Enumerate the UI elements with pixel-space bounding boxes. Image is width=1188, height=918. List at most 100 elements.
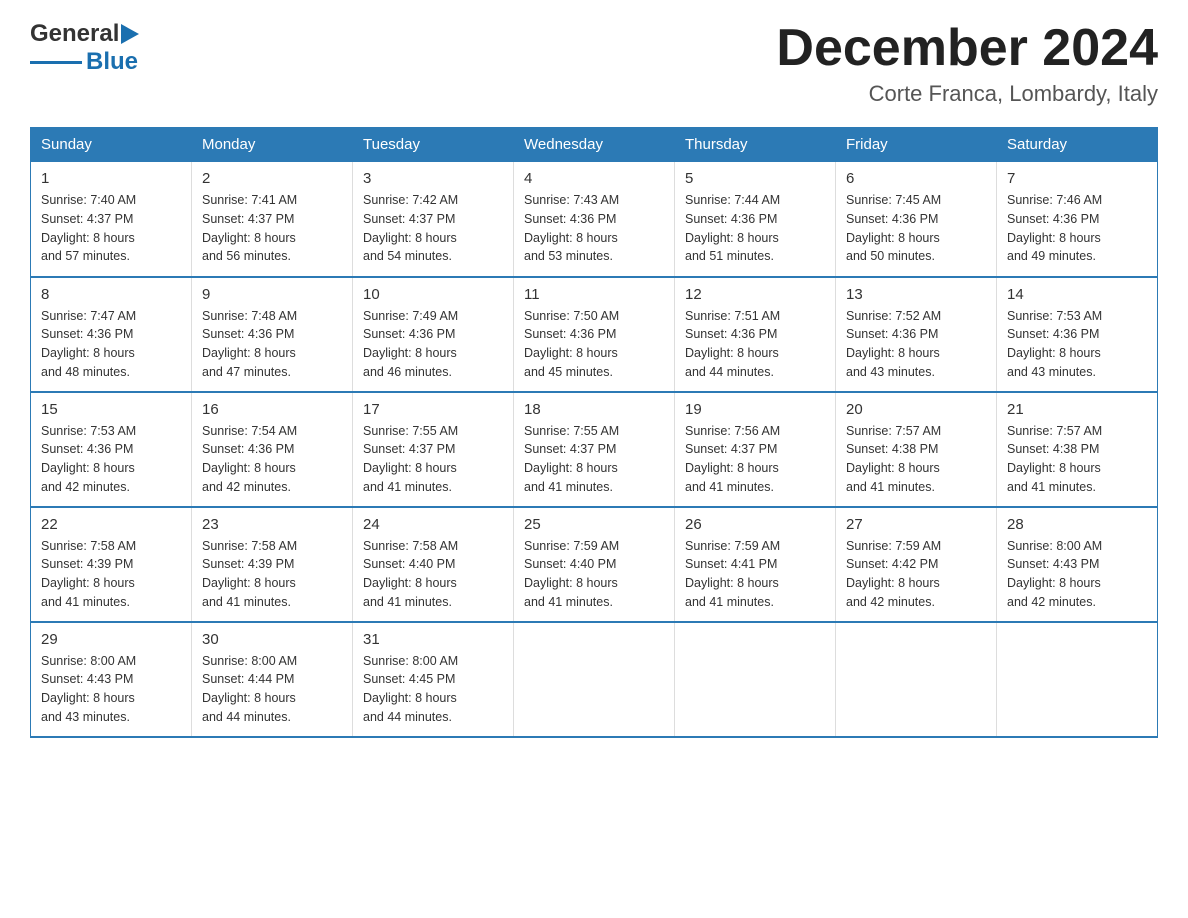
day-info: Sunrise: 7:43 AM Sunset: 4:36 PM Dayligh… (524, 191, 664, 266)
week-row-2: 8 Sunrise: 7:47 AM Sunset: 4:36 PM Dayli… (31, 277, 1158, 392)
daylight-label: Daylight: 8 hours (685, 231, 779, 245)
day-cell-21: 21 Sunrise: 7:57 AM Sunset: 4:38 PM Dayl… (997, 392, 1158, 507)
sunset-label: Sunset: 4:39 PM (41, 557, 133, 571)
day-number: 15 (41, 401, 181, 418)
sunrise-label: Sunrise: 7:58 AM (363, 539, 458, 553)
sunset-label: Sunset: 4:37 PM (41, 212, 133, 226)
sunset-label: Sunset: 4:37 PM (363, 442, 455, 456)
sunrise-label: Sunrise: 7:50 AM (524, 309, 619, 323)
daylight-and: and 41 minutes. (685, 480, 774, 494)
sunrise-label: Sunrise: 8:00 AM (202, 654, 297, 668)
sunset-label: Sunset: 4:36 PM (685, 212, 777, 226)
day-info: Sunrise: 7:41 AM Sunset: 4:37 PM Dayligh… (202, 191, 342, 266)
day-cell-24: 24 Sunrise: 7:58 AM Sunset: 4:40 PM Dayl… (353, 507, 514, 622)
daylight-and: and 43 minutes. (1007, 365, 1096, 379)
daylight-label: Daylight: 8 hours (524, 461, 618, 475)
day-number: 16 (202, 401, 342, 418)
day-info: Sunrise: 7:53 AM Sunset: 4:36 PM Dayligh… (1007, 307, 1147, 382)
day-number: 4 (524, 170, 664, 187)
daylight-and: and 42 minutes. (202, 480, 291, 494)
sunset-label: Sunset: 4:40 PM (524, 557, 616, 571)
daylight-label: Daylight: 8 hours (202, 231, 296, 245)
sunset-label: Sunset: 4:40 PM (363, 557, 455, 571)
day-info: Sunrise: 7:57 AM Sunset: 4:38 PM Dayligh… (1007, 422, 1147, 497)
day-cell-31: 31 Sunrise: 8:00 AM Sunset: 4:45 PM Dayl… (353, 622, 514, 737)
day-cell-28: 28 Sunrise: 8:00 AM Sunset: 4:43 PM Dayl… (997, 507, 1158, 622)
sunset-label: Sunset: 4:36 PM (846, 327, 938, 341)
day-number: 25 (524, 516, 664, 533)
sunset-label: Sunset: 4:37 PM (685, 442, 777, 456)
daylight-label: Daylight: 8 hours (1007, 461, 1101, 475)
day-info: Sunrise: 7:50 AM Sunset: 4:36 PM Dayligh… (524, 307, 664, 382)
sunset-label: Sunset: 4:41 PM (685, 557, 777, 571)
daylight-label: Daylight: 8 hours (363, 346, 457, 360)
day-info: Sunrise: 8:00 AM Sunset: 4:45 PM Dayligh… (363, 652, 503, 727)
day-cell-16: 16 Sunrise: 7:54 AM Sunset: 4:36 PM Dayl… (192, 392, 353, 507)
daylight-label: Daylight: 8 hours (41, 231, 135, 245)
sunrise-label: Sunrise: 7:42 AM (363, 193, 458, 207)
day-number: 5 (685, 170, 825, 187)
sunset-label: Sunset: 4:37 PM (202, 212, 294, 226)
sunset-label: Sunset: 4:45 PM (363, 672, 455, 686)
day-number: 28 (1007, 516, 1147, 533)
sunrise-label: Sunrise: 7:52 AM (846, 309, 941, 323)
day-number: 11 (524, 286, 664, 303)
sunrise-label: Sunrise: 8:00 AM (1007, 539, 1102, 553)
daylight-and: and 41 minutes. (1007, 480, 1096, 494)
day-number: 3 (363, 170, 503, 187)
daylight-label: Daylight: 8 hours (685, 346, 779, 360)
day-number: 1 (41, 170, 181, 187)
day-number: 6 (846, 170, 986, 187)
sunrise-label: Sunrise: 7:43 AM (524, 193, 619, 207)
daylight-and: and 41 minutes. (363, 595, 452, 609)
day-info: Sunrise: 7:44 AM Sunset: 4:36 PM Dayligh… (685, 191, 825, 266)
day-number: 14 (1007, 286, 1147, 303)
sunset-label: Sunset: 4:42 PM (846, 557, 938, 571)
day-cell-empty (514, 622, 675, 737)
daylight-label: Daylight: 8 hours (685, 576, 779, 590)
daylight-and: and 56 minutes. (202, 249, 291, 263)
sunset-label: Sunset: 4:36 PM (41, 327, 133, 341)
daylight-label: Daylight: 8 hours (1007, 231, 1101, 245)
day-number: 19 (685, 401, 825, 418)
day-cell-29: 29 Sunrise: 8:00 AM Sunset: 4:43 PM Dayl… (31, 622, 192, 737)
day-number: 30 (202, 631, 342, 648)
daylight-label: Daylight: 8 hours (363, 576, 457, 590)
sunrise-label: Sunrise: 7:58 AM (202, 539, 297, 553)
day-info: Sunrise: 7:58 AM Sunset: 4:39 PM Dayligh… (41, 537, 181, 612)
logo-blue-text: Blue (86, 48, 138, 76)
daylight-label: Daylight: 8 hours (524, 231, 618, 245)
day-info: Sunrise: 7:59 AM Sunset: 4:41 PM Dayligh… (685, 537, 825, 612)
day-number: 10 (363, 286, 503, 303)
sunset-label: Sunset: 4:38 PM (1007, 442, 1099, 456)
daylight-label: Daylight: 8 hours (846, 346, 940, 360)
day-info: Sunrise: 7:56 AM Sunset: 4:37 PM Dayligh… (685, 422, 825, 497)
daylight-and: and 41 minutes. (524, 595, 613, 609)
week-row-5: 29 Sunrise: 8:00 AM Sunset: 4:43 PM Dayl… (31, 622, 1158, 737)
daylight-and: and 54 minutes. (363, 249, 452, 263)
day-number: 12 (685, 286, 825, 303)
sunrise-label: Sunrise: 7:59 AM (685, 539, 780, 553)
day-number: 18 (524, 401, 664, 418)
day-info: Sunrise: 8:00 AM Sunset: 4:44 PM Dayligh… (202, 652, 342, 727)
sunset-label: Sunset: 4:36 PM (524, 212, 616, 226)
day-info: Sunrise: 7:49 AM Sunset: 4:36 PM Dayligh… (363, 307, 503, 382)
daylight-label: Daylight: 8 hours (524, 576, 618, 590)
daylight-and: and 43 minutes. (41, 710, 130, 724)
sunrise-label: Sunrise: 8:00 AM (363, 654, 458, 668)
col-monday: Monday (192, 128, 353, 162)
sunrise-label: Sunrise: 7:54 AM (202, 424, 297, 438)
day-info: Sunrise: 8:00 AM Sunset: 4:43 PM Dayligh… (41, 652, 181, 727)
daylight-label: Daylight: 8 hours (202, 691, 296, 705)
sunset-label: Sunset: 4:36 PM (202, 327, 294, 341)
sunset-label: Sunset: 4:36 PM (41, 442, 133, 456)
daylight-label: Daylight: 8 hours (524, 346, 618, 360)
day-cell-26: 26 Sunrise: 7:59 AM Sunset: 4:41 PM Dayl… (675, 507, 836, 622)
day-cell-30: 30 Sunrise: 8:00 AM Sunset: 4:44 PM Dayl… (192, 622, 353, 737)
day-number: 20 (846, 401, 986, 418)
day-number: 7 (1007, 170, 1147, 187)
daylight-and: and 50 minutes. (846, 249, 935, 263)
sunset-label: Sunset: 4:37 PM (524, 442, 616, 456)
sunset-label: Sunset: 4:39 PM (202, 557, 294, 571)
sunset-label: Sunset: 4:38 PM (846, 442, 938, 456)
